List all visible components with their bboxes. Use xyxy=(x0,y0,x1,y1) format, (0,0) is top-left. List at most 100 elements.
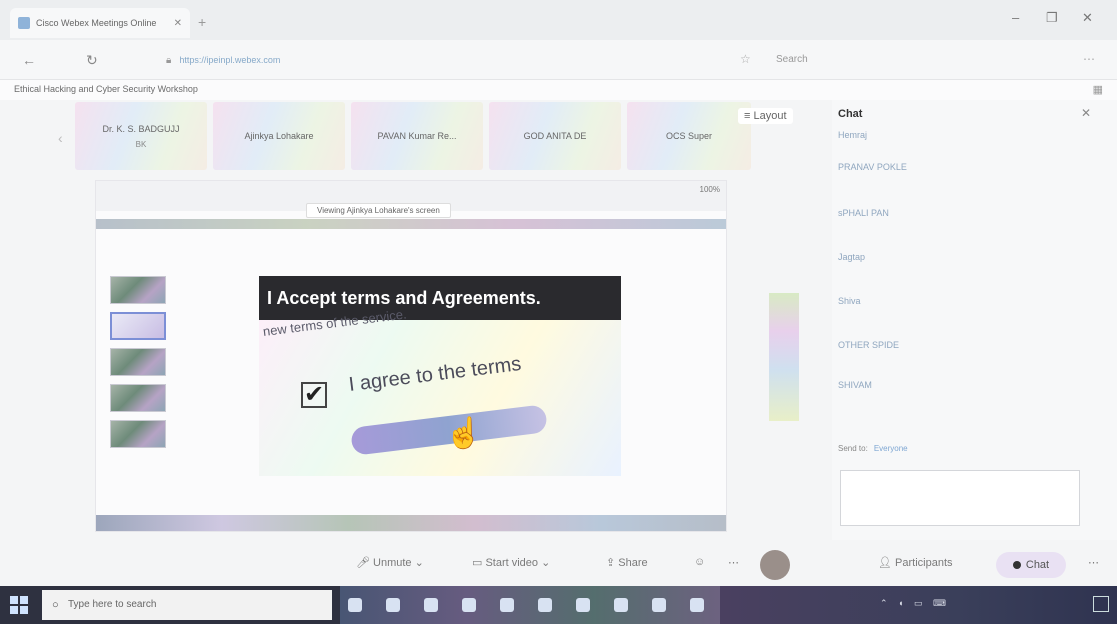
windows-start-icon[interactable] xyxy=(10,596,28,614)
participant-name: Ajinkya Lohakare xyxy=(244,131,314,141)
app-icon[interactable] xyxy=(652,598,666,612)
participant-tile[interactable]: Dr. K. S. BADGUJJ BK xyxy=(75,102,207,170)
taskbar-apps xyxy=(340,586,720,624)
zoom-level[interactable]: 100% xyxy=(700,185,720,194)
send-to-label: Send to: xyxy=(838,444,868,453)
participant-strip: ‹ Dr. K. S. BADGUJJ BK Ajinkya Lohakare … xyxy=(0,100,830,180)
start-video-button[interactable]: ▭ Start video ⌄ xyxy=(472,556,550,569)
slide-thumbnail[interactable] xyxy=(110,384,166,412)
chat-message-text: sPHALI PAN xyxy=(838,208,889,218)
end-call-button[interactable] xyxy=(760,550,790,580)
meeting-controls: 🎤︎ Unmute ⌄ ▭ Start video ⌄ ⇪ Share ☺ ⋯ … xyxy=(0,540,1117,586)
url-text: https://ipeinpl.webex.com xyxy=(179,55,281,65)
back-icon[interactable]: ← xyxy=(22,52,36,68)
chat-message: SHIVAM xyxy=(838,380,1078,390)
chat-message-text: Shiva xyxy=(838,296,861,306)
shared-screen: 100% Viewing Ajinkya Lohakare's screen I… xyxy=(95,180,799,532)
windows-taskbar: Type here to search ⌃ ◖ ▭ ⌨ xyxy=(0,586,1117,624)
participant-initials: BK xyxy=(135,139,147,149)
more-options-icon[interactable]: ⋯ xyxy=(728,556,739,569)
tab-title: Cisco Webex Meetings Online xyxy=(36,18,157,28)
app-icon[interactable] xyxy=(576,598,590,612)
shared-side-panel xyxy=(769,293,799,421)
cortana-icon[interactable] xyxy=(348,598,362,612)
shared-taskbar xyxy=(96,515,726,531)
browser-tab[interactable]: Cisco Webex Meetings Online ✕ xyxy=(10,8,190,38)
unmute-button[interactable]: 🎤︎ Unmute ⌄ xyxy=(356,556,424,569)
chat-message: Hemraj xyxy=(838,130,1078,140)
participant-name: PAVAN Kumar Re... xyxy=(377,131,457,141)
layout-button[interactable]: ≡ Layout xyxy=(738,108,793,124)
minimize-icon[interactable]: – xyxy=(1012,10,1019,25)
notification-icon[interactable] xyxy=(1093,596,1109,612)
chat-message-text: PRANAV POKLE xyxy=(838,162,907,172)
close-window-icon[interactable]: ✕ xyxy=(1082,10,1093,26)
shared-toolbar xyxy=(96,219,726,229)
send-to-dropdown[interactable]: Everyone xyxy=(874,444,908,453)
task-view-icon[interactable] xyxy=(386,598,400,612)
app-icon[interactable] xyxy=(614,598,628,612)
slide-thumbnail-selected[interactable] xyxy=(110,312,166,340)
layout-label: Layout xyxy=(753,110,787,122)
maximize-icon[interactable]: ❐ xyxy=(1046,10,1058,26)
browser-search-input[interactable]: Search xyxy=(768,50,1038,70)
participants-label: Participants xyxy=(895,557,953,569)
chat-close-icon[interactable]: ✕ xyxy=(1081,106,1091,120)
participant-tile[interactable]: GOD ANITA DE xyxy=(489,102,621,170)
chat-message-text: SHIVAM xyxy=(838,380,872,390)
participant-tile[interactable]: OCS Super xyxy=(627,102,751,170)
chat-message: OTHER SPIDE xyxy=(838,340,1078,350)
hand-cursor-icon: ☝ xyxy=(445,417,483,450)
browser-tab-bar: Cisco Webex Meetings Online ✕ + – ❐ ✕ xyxy=(0,0,1117,40)
slide-thumbnail[interactable] xyxy=(110,276,166,304)
bookmark-star-icon[interactable]: ☆ xyxy=(740,52,751,66)
chat-message-text: OTHER SPIDE xyxy=(838,340,900,350)
send-to-row: Send to: Everyone xyxy=(838,444,908,453)
more-panel-icon[interactable]: ⋯ xyxy=(1088,556,1099,569)
chat-message: Shiva xyxy=(838,296,1078,306)
chat-message-text: Hemraj xyxy=(838,130,868,140)
meeting-title: Ethical Hacking and Cyber Security Works… xyxy=(14,84,198,94)
chat-message: PRANAV POKLE xyxy=(838,162,1078,172)
share-label: Share xyxy=(618,557,648,569)
slide-thumbnail[interactable] xyxy=(110,420,166,448)
app-icon[interactable] xyxy=(424,598,438,612)
chat-message: Jagtap xyxy=(838,252,1078,262)
share-button[interactable]: ⇪ Share xyxy=(606,556,648,569)
participants-button[interactable]: 👤︎ Participants xyxy=(878,556,953,569)
chat-title: Chat xyxy=(838,108,863,120)
mail-icon[interactable] xyxy=(538,598,552,612)
url-field[interactable]: 🔒︎ https://ipeinpl.webex.com xyxy=(160,48,760,72)
grid-icon[interactable]: ▦ xyxy=(1093,83,1103,96)
participant-name: OCS Super xyxy=(665,131,713,141)
webex-icon[interactable] xyxy=(690,598,704,612)
refresh-icon[interactable]: ↻ xyxy=(86,52,98,69)
sharing-indicator: Viewing Ajinkya Lohakare's screen xyxy=(306,203,451,218)
reactions-icon[interactable]: ☺ xyxy=(694,556,705,568)
chat-message: sPHALI PAN xyxy=(838,208,1078,218)
slide-thumbnail[interactable] xyxy=(110,348,166,376)
chat-icon xyxy=(1012,561,1021,569)
taskbar-search-input[interactable]: Type here to search xyxy=(42,590,332,620)
checkbox-icon: ✔ xyxy=(301,382,327,408)
app-icon[interactable] xyxy=(462,598,476,612)
chat-message-text: Jagtap xyxy=(838,252,866,262)
current-slide: I Accept terms and Agreements. new terms… xyxy=(259,276,621,476)
chat-messages: Hemraj PRANAV POKLE sPHALI PAN Jagtap Sh… xyxy=(838,130,1078,398)
app-icon[interactable] xyxy=(500,598,514,612)
participant-name: GOD ANITA DE xyxy=(523,131,587,141)
start-video-label: Start video xyxy=(485,557,539,569)
chat-button-label: Chat xyxy=(1025,559,1050,571)
chat-input[interactable] xyxy=(840,470,1080,526)
tab-close-icon[interactable]: ✕ xyxy=(174,18,182,29)
system-tray-icons[interactable]: ⌃ ◖ ▭ ⌨ xyxy=(880,598,950,609)
participant-tile[interactable]: PAVAN Kumar Re... xyxy=(351,102,483,170)
chat-button[interactable]: Chat xyxy=(996,552,1066,578)
strip-prev-icon[interactable]: ‹ xyxy=(58,130,63,146)
participant-tile[interactable]: Ajinkya Lohakare xyxy=(213,102,345,170)
address-bar: ← ↻ 🔒︎ https://ipeinpl.webex.com ☆ Searc… xyxy=(0,40,1117,80)
participant-name: Dr. K. S. BADGUJJ xyxy=(102,123,180,134)
new-tab-icon[interactable]: + xyxy=(198,14,206,30)
browser-toolbar-icons[interactable]: ⋯ xyxy=(1083,52,1105,66)
meeting-header: Ethical Hacking and Cyber Security Works… xyxy=(0,80,1117,100)
